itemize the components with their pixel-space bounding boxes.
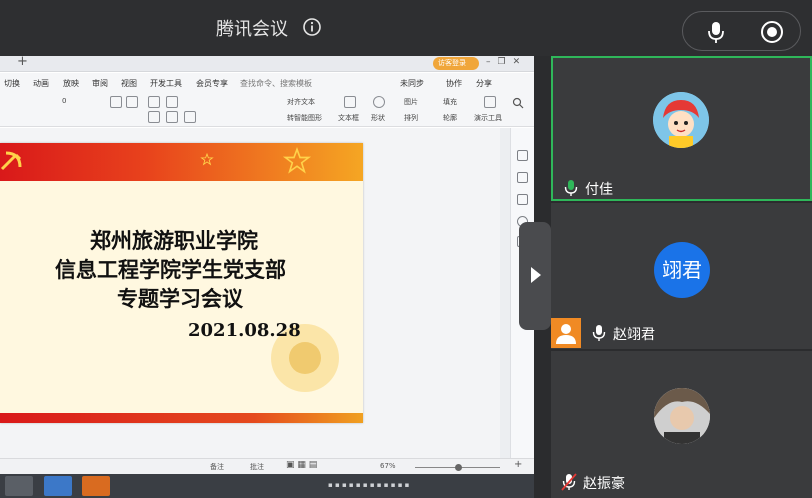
user-icon (556, 324, 576, 344)
fill-label[interactable]: 填充 (443, 97, 457, 107)
system-tray: ▪ ▪ ▪ ▪ ▪ ▪ ▪ ▪ ▪ ▪ ▪ ▪ (328, 481, 410, 489)
party-emblem-icon (0, 151, 22, 171)
os-taskbar: ▪ ▪ ▪ ▪ ▪ ▪ ▪ ▪ ▪ ▪ ▪ ▪ (0, 474, 534, 498)
star-icon (282, 147, 312, 174)
shape-label[interactable]: 形状 (371, 113, 385, 123)
presenter-icon[interactable] (484, 96, 496, 108)
menu-slideshow[interactable]: 放映 (63, 78, 79, 89)
slide-canvas: 郑州旅游职业学院 信息工程学院学生党支部 专题学习会议 2021.08.28 (0, 128, 510, 458)
participant-tile-1[interactable]: 付佳 (551, 56, 812, 201)
slide-title-line2: 信息工程学院学生党支部 (55, 257, 286, 282)
slide-bottom-banner (0, 413, 363, 423)
slide-title-line1: 郑州旅游职业学院 (90, 228, 258, 253)
smart-shape-label[interactable]: 转智能图形 (287, 113, 322, 123)
participant-name: 赵振豪 (583, 476, 625, 492)
microphone-icon (592, 325, 606, 341)
view-mode-icons[interactable]: ▣ ▦ ▤ (286, 460, 317, 470)
search-icon[interactable] (512, 97, 524, 109)
participant-tile-2[interactable]: 翊君 赵翊君 (551, 203, 812, 349)
slide: 郑州旅游职业学院 信息工程学院学生党支部 专题学习会议 2021.08.28 (0, 143, 363, 423)
window-controls[interactable]: –❐✕ (486, 57, 527, 67)
arrange-label[interactable]: 排列 (404, 113, 418, 123)
wps-tab-bar: + 访客登录 –❐✕ (0, 56, 534, 72)
menu-switch[interactable]: 切换 (4, 78, 20, 89)
taskbar-app-2[interactable] (44, 476, 72, 496)
app-title: 腾讯会议 (216, 19, 288, 40)
slide-red-banner (0, 143, 363, 181)
avatar (654, 388, 710, 444)
meeting-top-bar: 腾讯会议 (0, 0, 812, 56)
microphone-icon[interactable] (703, 19, 729, 45)
font-size-value[interactable]: 0 (62, 97, 66, 105)
wps-status-bar: 备注 批注 ▣ ▦ ▤ 67% + (0, 458, 534, 474)
align-left-icon[interactable] (148, 111, 160, 123)
record-icon[interactable] (759, 19, 785, 45)
menu-developer[interactable]: 开发工具 (150, 78, 182, 89)
menu-review[interactable]: 审阅 (92, 78, 108, 89)
slide-title-line3: 专题学习会议 (117, 286, 243, 311)
participant-name: 赵翊君 (613, 327, 655, 343)
copy-icon[interactable] (517, 194, 528, 205)
picture-label[interactable]: 图片 (404, 97, 418, 107)
avatar: 翊君 (654, 242, 710, 298)
numbered-list-icon[interactable] (166, 96, 178, 108)
menu-view[interactable]: 视图 (121, 78, 137, 89)
menu-animation[interactable]: 动画 (33, 78, 49, 89)
zoom-slider-handle[interactable] (455, 464, 462, 471)
outline-label[interactable]: 轮廓 (443, 113, 457, 123)
textbox-label[interactable]: 文本框 (338, 113, 359, 123)
wps-menu-bar: 切换 动画 放映 审阅 视图 开发工具 会员专享 查找命令、搜索模板 未同步 协… (0, 73, 534, 93)
align-center-icon[interactable] (166, 111, 178, 123)
cartoon-avatar-icon (653, 92, 709, 148)
presenter-tools-label[interactable]: 演示工具 (474, 113, 502, 123)
collapse-panel-tab[interactable] (519, 222, 551, 330)
participant-tile-3[interactable]: 赵振豪 (551, 351, 812, 498)
notes-toggle[interactable]: 备注 (210, 462, 224, 472)
menu-unsynced[interactable]: 未同步 (400, 78, 424, 89)
microphone-muted-icon (561, 473, 577, 491)
taskbar-app-3[interactable] (82, 476, 110, 496)
wps-toolbar: 0 对齐文本 转智能图形 文本框 形状 图片 排列 填充 轮廓 演示工具 (0, 93, 534, 127)
textbox-icon[interactable] (344, 96, 356, 108)
shared-screen: + 访客登录 –❐✕ 切换 动画 放映 审阅 视图 开发工具 会员专享 查找命令… (0, 56, 534, 498)
star-small-icon (200, 153, 214, 166)
menu-share[interactable]: 分享 (476, 78, 492, 89)
taskbar-app-1[interactable] (5, 476, 33, 496)
menu-collab[interactable]: 协作 (446, 78, 462, 89)
text-align-label[interactable]: 对齐文本 (287, 97, 315, 107)
zoom-level[interactable]: 67% (380, 462, 396, 470)
chevron-right-icon (531, 267, 541, 283)
info-icon[interactable] (302, 17, 322, 37)
settings-sliders-icon[interactable] (517, 150, 528, 161)
meeting-controls (682, 11, 801, 51)
photo-avatar-icon (654, 388, 710, 444)
menu-member[interactable]: 会员专享 (196, 78, 228, 89)
login-button[interactable]: 访客登录 (433, 57, 479, 70)
vertical-scrollbar[interactable] (500, 128, 510, 458)
avatar (653, 92, 709, 148)
slide-date: 2021.08.28 (188, 320, 301, 341)
new-tab-button[interactable]: + (17, 56, 28, 69)
align-right-icon[interactable] (184, 111, 196, 123)
microphone-icon (564, 180, 578, 196)
small-avatar (551, 318, 581, 348)
shape-icon[interactable] (373, 96, 385, 108)
zoom-in-icon[interactable]: + (514, 459, 522, 470)
shrink-font-icon[interactable] (126, 96, 138, 108)
meeting-window: 腾讯会议 + 访客登录 –❐✕ 切换 动画 放映 审阅 视图 开发工具 会员专享… (0, 0, 812, 498)
pin-icon[interactable] (517, 172, 528, 183)
participant-name: 付佳 (585, 182, 613, 198)
command-search[interactable]: 查找命令、搜索模板 (240, 78, 312, 89)
grow-font-icon[interactable] (110, 96, 122, 108)
list-icon[interactable] (148, 96, 160, 108)
comments-toggle[interactable]: 批注 (250, 462, 264, 472)
